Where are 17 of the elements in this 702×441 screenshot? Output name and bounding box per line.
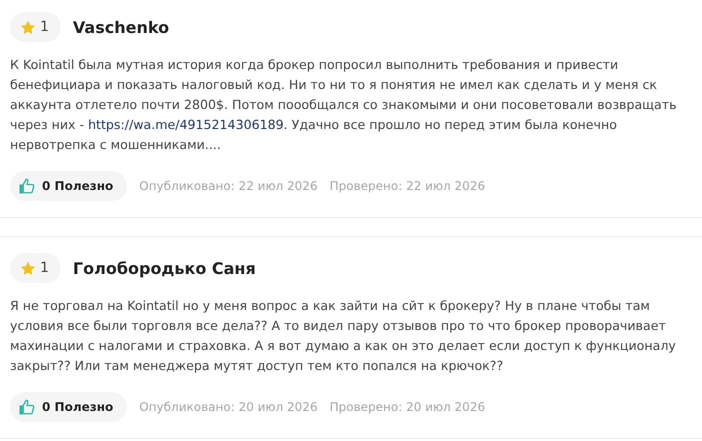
verified-date: Проверено: 22 июл 2026 (330, 179, 486, 193)
author-name: Vaschenko (72, 18, 170, 36)
review-text: Я не торговал на Kointatil но у меня вопрос а как зайти на сйт к брокеру? Ну в плане чтобы там условия все были торговля все дела?? А то видел пару отзывов про то что брокер проворачивает махинации с налогами и страховка. А я вот думаю а как он это делает если доступ к функционалу закрыт?? Или там менеджера мутят доступ тем кто попался на крючок?? (10, 297, 677, 375)
published-date: Опубликовано: 22 июл 2026 (139, 179, 318, 193)
verified-date: Проверено: 20 июл 2026 (330, 400, 486, 414)
published-date: Опубликовано: 20 июл 2026 (139, 400, 318, 414)
rating-value: 1 (40, 260, 49, 276)
link[interactable]: https://wa.me/4915214306189 (88, 117, 284, 132)
helpful-button[interactable]: 0 Полезно (10, 171, 128, 201)
rating-value: 1 (40, 19, 49, 35)
star-icon (20, 260, 36, 276)
thumbs-up-icon (18, 177, 36, 195)
thumbs-up-icon (18, 398, 36, 416)
author-name: Голобородько Саня (72, 258, 256, 278)
review-text: К Kointatil была мутная история когда брокер попросил выполнить требования и привести бенефициара и показать налоговый код. Ни то ни то я понятия не имел как сделать и у меня ск аккаунта отлетело почти 2800$. Потом поообщался со знакомыми и они посоветовали возвращать через них - https://wa.me/4915214306189. Удачно все прошло но перед этим была конечно нервотрепка с мошенниками.... (10, 56, 678, 154)
helpful-button[interactable]: 0 Полезно (10, 392, 128, 422)
star-icon (20, 20, 36, 34)
